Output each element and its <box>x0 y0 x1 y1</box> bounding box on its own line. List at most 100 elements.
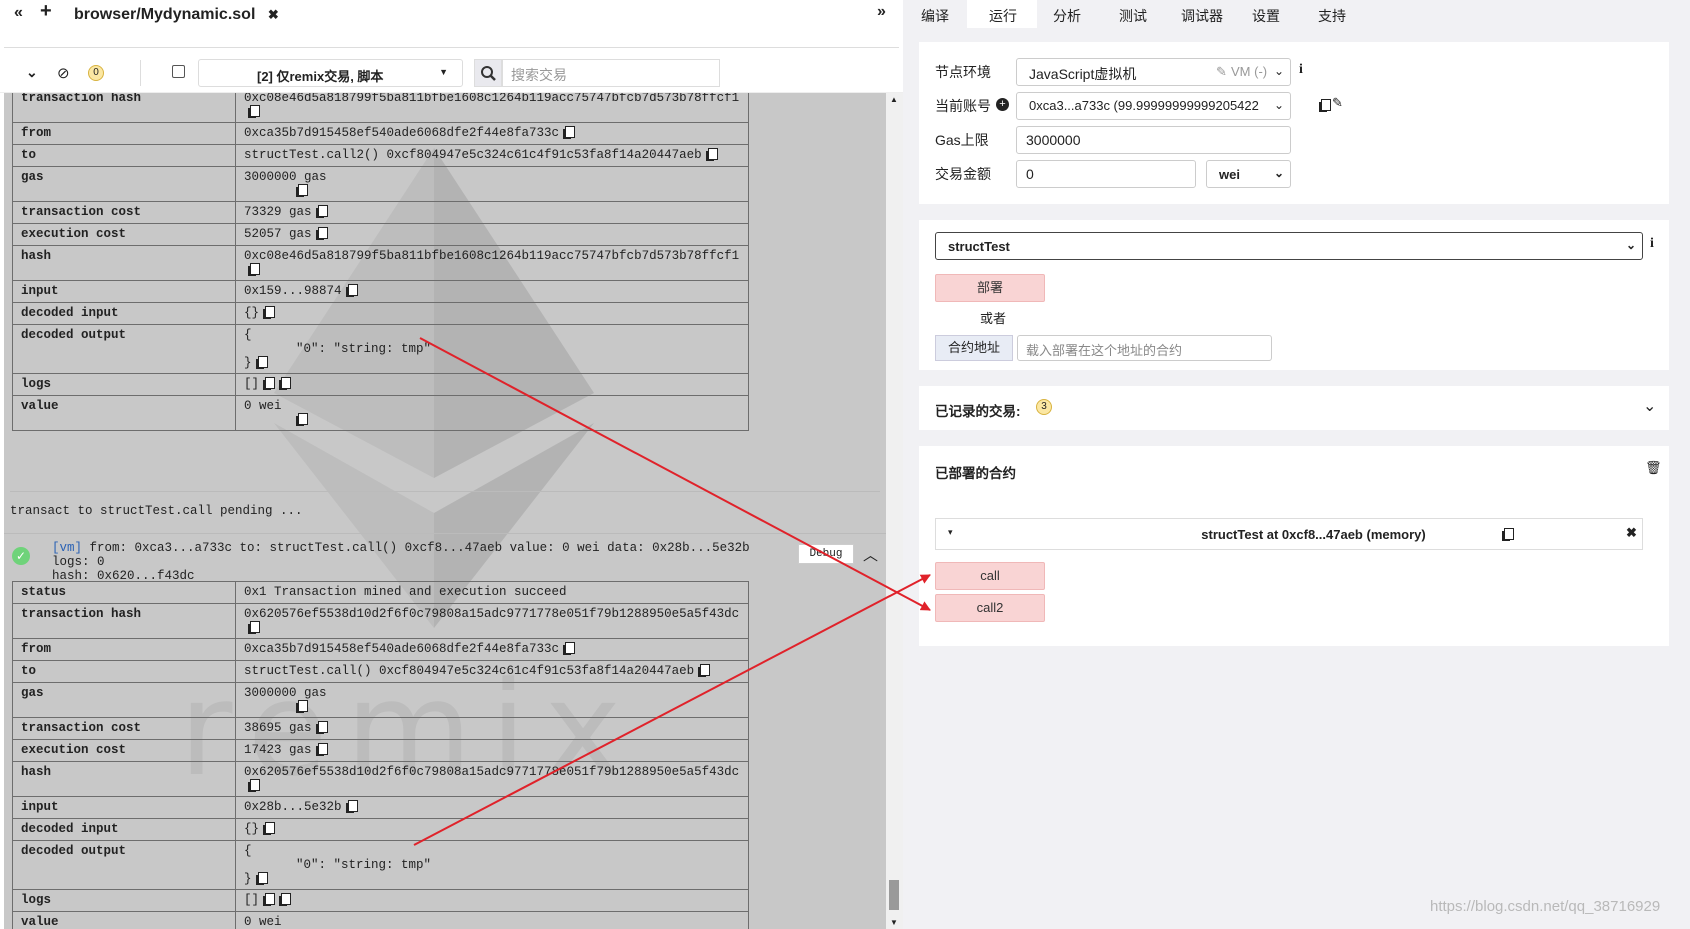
copy-icon[interactable] <box>250 105 260 117</box>
listen-checkbox[interactable] <box>172 65 185 78</box>
contract-select[interactable]: structTest ⌄ <box>935 232 1643 260</box>
tab-debugger[interactable]: 调试器 <box>1181 6 1223 26</box>
row-value-cell: 0 wei <box>235 911 749 929</box>
contract-instance[interactable]: ▾ structTest at 0xcf8...47aeb (memory) ✖ <box>935 518 1643 550</box>
scroll-up-icon[interactable]: ▲ <box>890 95 898 104</box>
copy-icon[interactable] <box>317 721 328 733</box>
search-button[interactable] <box>474 59 502 87</box>
row-value: [] <box>244 377 260 391</box>
scrollbar-thumb[interactable] <box>889 880 899 910</box>
copy-icon[interactable] <box>265 893 276 905</box>
copy-icon[interactable] <box>565 126 576 138</box>
copy-icon[interactable] <box>347 800 358 812</box>
copy-icon[interactable] <box>298 413 308 425</box>
row-key: to <box>12 144 236 167</box>
chevron-down-icon[interactable]: ⌄ <box>26 64 38 81</box>
copy-icon[interactable] <box>265 822 276 834</box>
terminal-scrollbar[interactable]: ▲ ▼ <box>886 93 903 929</box>
table-row: decoded input {} <box>12 302 749 325</box>
tab-compile[interactable]: 编译 <box>921 6 949 26</box>
call-button[interactable]: call <box>935 562 1045 590</box>
copy-icon[interactable] <box>298 700 308 712</box>
contract-select-value: structTest <box>948 239 1010 254</box>
account-select[interactable]: 0xca3...a733c (99.99999999999205422 ⌄ <box>1016 92 1291 120</box>
account-label: 当前账号 <box>935 98 991 114</box>
table-row: to structTest.call() 0xcf804947e5c324c61c… <box>12 660 749 683</box>
table-row: from 0xca35b7d915458ef540ade6068dfe2f44e8… <box>12 122 749 145</box>
copy-icon[interactable] <box>250 779 260 791</box>
add-file-icon[interactable]: + <box>40 0 52 23</box>
copy-icon[interactable] <box>317 227 328 239</box>
row-value: {} <box>244 306 260 320</box>
copy-icon[interactable] <box>281 377 292 389</box>
row-key: input <box>12 796 236 819</box>
copy-icon[interactable] <box>281 893 292 905</box>
row-value: 0x620576ef5538d10d2f6f0c79808a15adc97717… <box>244 765 740 779</box>
copy-icon[interactable] <box>1321 99 1331 111</box>
copy-icon[interactable] <box>257 872 268 884</box>
row-value-cell: 38695 gas <box>235 717 749 740</box>
close-icon[interactable]: ✖ <box>1626 525 1637 541</box>
plugin-tabs: 编译 运行 分析 测试 调试器 设置 支持 <box>903 0 1690 28</box>
tab-support[interactable]: 支持 <box>1318 6 1346 26</box>
clear-icon[interactable]: ⊘ <box>57 64 70 82</box>
env-select[interactable]: JavaScript虚拟机 ✎ VM (-) ⌄ <box>1016 58 1291 86</box>
tab-run[interactable]: 运行 <box>989 6 1017 26</box>
table-row: hash 0x620576ef5538d10d2f6f0c79808a15adc9… <box>12 761 749 797</box>
add-account-icon[interactable]: + <box>996 98 1009 111</box>
row-value: 0x28b...5e32b <box>244 800 342 814</box>
file-tab[interactable]: browser/Mydynamic.sol ✖ <box>66 0 287 30</box>
expand-right-icon[interactable]: » <box>877 3 886 21</box>
copy-icon[interactable] <box>250 263 260 275</box>
row-value-cell: {} <box>235 302 749 325</box>
edit-icon[interactable]: ✎ <box>1332 95 1343 111</box>
deploy-button[interactable]: 部署 <box>935 274 1045 302</box>
row-value: 38695 gas <box>244 721 312 735</box>
close-icon[interactable]: ✖ <box>268 7 279 22</box>
chevron-down-icon[interactable]: ⌄ <box>1643 396 1656 416</box>
gas-limit-input[interactable]: 3000000 <box>1016 126 1291 154</box>
recorded-tx-card[interactable]: 已记录的交易: 3 ⌄ <box>919 386 1669 430</box>
copy-icon[interactable] <box>317 205 328 217</box>
tab-settings[interactable]: 设置 <box>1252 6 1280 26</box>
copy-icon[interactable] <box>265 306 276 318</box>
tx2-details-table: status 0x1 Transaction mined and executio… <box>12 581 749 929</box>
chevron-up-icon[interactable]: ︿ <box>863 544 878 565</box>
row-key: transaction cost <box>12 201 236 224</box>
search-icon <box>481 66 496 81</box>
success-check-icon: ✓ <box>12 547 30 565</box>
search-input[interactable]: 搜索交易 <box>502 59 720 87</box>
at-address-input[interactable]: 载入部署在这个地址的合约 <box>1017 335 1272 361</box>
copy-icon[interactable] <box>1504 528 1514 540</box>
value-input[interactable]: 0 <box>1016 160 1196 188</box>
chevron-down-icon: ⌄ <box>1625 238 1636 252</box>
copy-icon[interactable] <box>317 743 328 755</box>
copy-wrapper <box>298 413 308 427</box>
row-value: 0xca35b7d915458ef540ade6068dfe2f44e8fa73… <box>244 642 560 656</box>
copy-icon[interactable] <box>565 642 576 654</box>
trash-icon[interactable]: 🗑 <box>1645 460 1662 476</box>
collapse-left-icon[interactable]: « <box>14 4 23 22</box>
info-icon[interactable]: i <box>1650 236 1654 252</box>
copy-icon[interactable] <box>700 664 711 676</box>
decoded-output-line: "0": "string: tmp" <box>296 342 432 356</box>
scroll-down-icon[interactable]: ▼ <box>890 918 898 927</box>
caret-down-icon: ▼ <box>439 67 448 77</box>
filter-select[interactable]: [2] 仅remix交易, 脚本 ▼ <box>198 59 463 87</box>
info-icon[interactable]: i <box>1299 62 1303 78</box>
at-address-button[interactable]: 合约地址 <box>935 335 1013 361</box>
copy-icon[interactable] <box>265 377 276 389</box>
unit-select[interactable]: wei ⌄ <box>1206 160 1291 188</box>
call2-button[interactable]: call2 <box>935 594 1045 622</box>
tab-analysis[interactable]: 分析 <box>1053 6 1081 26</box>
copy-icon[interactable] <box>347 284 358 296</box>
tab-test[interactable]: 测试 <box>1119 6 1147 26</box>
row-key: decoded input <box>12 302 236 325</box>
copy-icon[interactable] <box>298 184 308 196</box>
row-value: {} <box>244 822 260 836</box>
tx2-summary[interactable]: ✓ [vm] from: 0xca3...a733c to: structTes… <box>10 538 880 583</box>
copy-icon[interactable] <box>250 621 260 633</box>
debug-button[interactable]: Debug <box>798 544 854 564</box>
copy-icon[interactable] <box>257 356 268 368</box>
copy-icon[interactable] <box>707 148 718 160</box>
